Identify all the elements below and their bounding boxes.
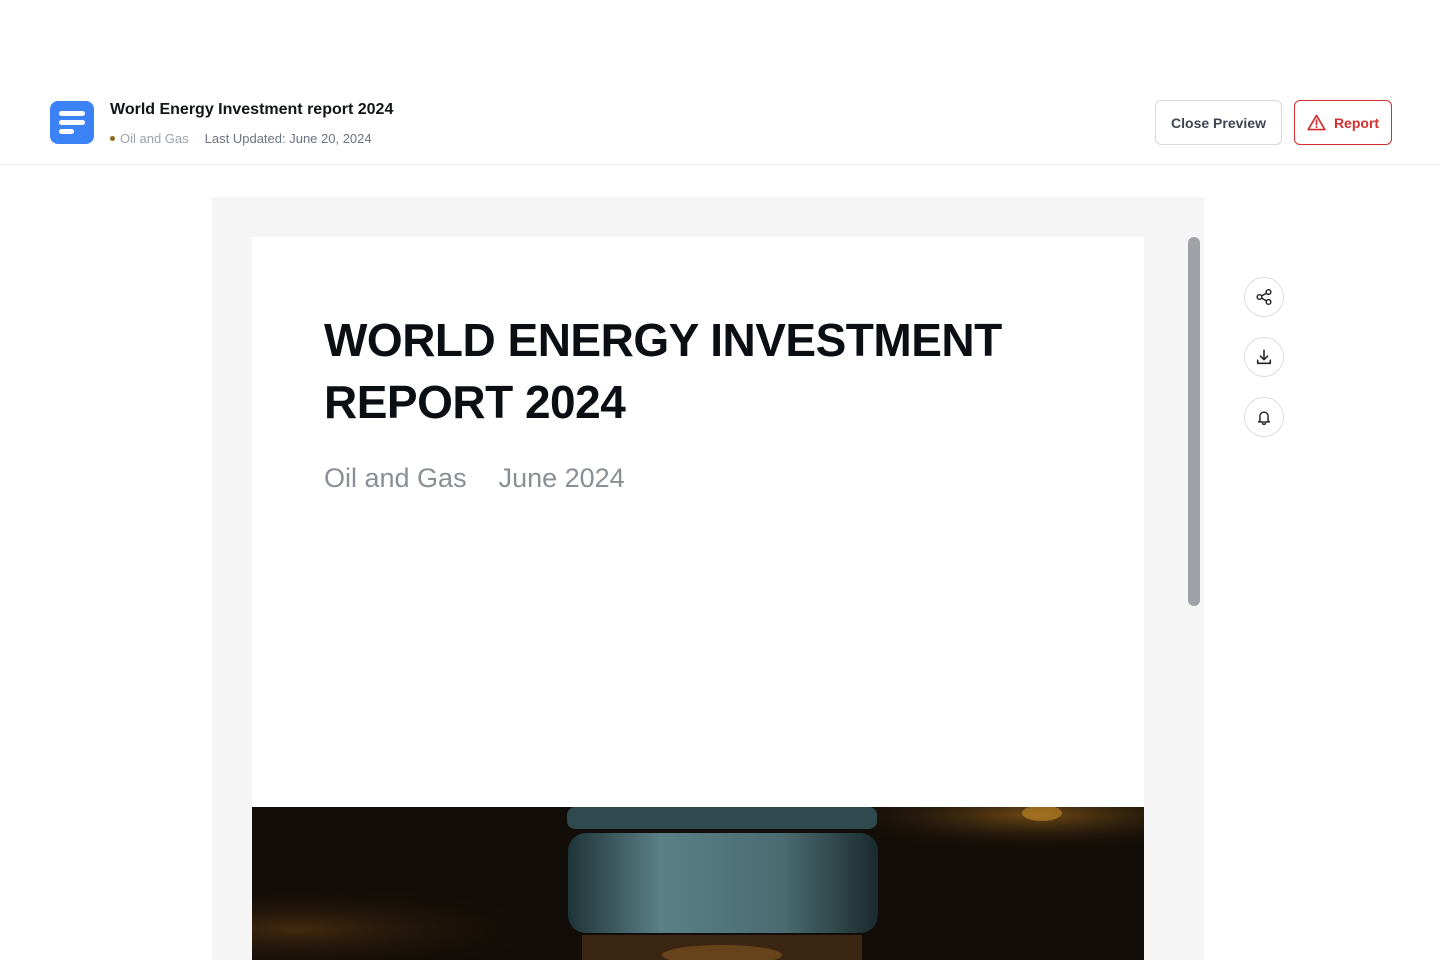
notify-button[interactable]: [1244, 397, 1284, 437]
download-icon: [1256, 349, 1272, 365]
document-viewer[interactable]: WORLD ENERGY INVESTMENT REPORT 2024 Oil …: [212, 197, 1204, 960]
share-icon: [1256, 288, 1272, 306]
document-lines-icon: [50, 101, 94, 144]
cover-category: Oil and Gas: [324, 463, 467, 493]
bell-icon: [1257, 411, 1271, 426]
close-preview-button[interactable]: Close Preview: [1155, 100, 1282, 145]
cover-photo: [252, 807, 1144, 960]
document-title: World Energy Investment report 2024: [110, 101, 394, 118]
category-dot-icon: [110, 135, 115, 141]
report-label: Report: [1333, 114, 1380, 131]
document-meta: Oil and Gas Last Updated: June 20, 2024: [110, 129, 372, 147]
cover-title: WORLD ENERGY INVESTMENT REPORT 2024: [324, 314, 1002, 428]
download-button[interactable]: [1244, 337, 1284, 377]
share-button[interactable]: [1244, 277, 1284, 317]
cover-date: June 2024: [498, 463, 625, 493]
preview-header: World Energy Investment report 2024 Oil …: [0, 84, 1440, 165]
close-preview-label: Close Preview: [1171, 114, 1266, 131]
warning-triangle-icon: [1307, 114, 1326, 131]
document-page: WORLD ENERGY INVESTMENT REPORT 2024 Oil …: [252, 237, 1144, 960]
report-button[interactable]: Report: [1294, 100, 1392, 145]
last-updated: Last Updated: June 20, 2024: [204, 130, 372, 146]
document-preview-page: World Energy Investment report 2024 Oil …: [0, 0, 1440, 960]
cover-subtitle: Oil and Gas June 2024: [324, 463, 625, 494]
document-category: Oil and Gas: [120, 130, 189, 146]
viewer-scrollbar[interactable]: [1188, 237, 1200, 606]
